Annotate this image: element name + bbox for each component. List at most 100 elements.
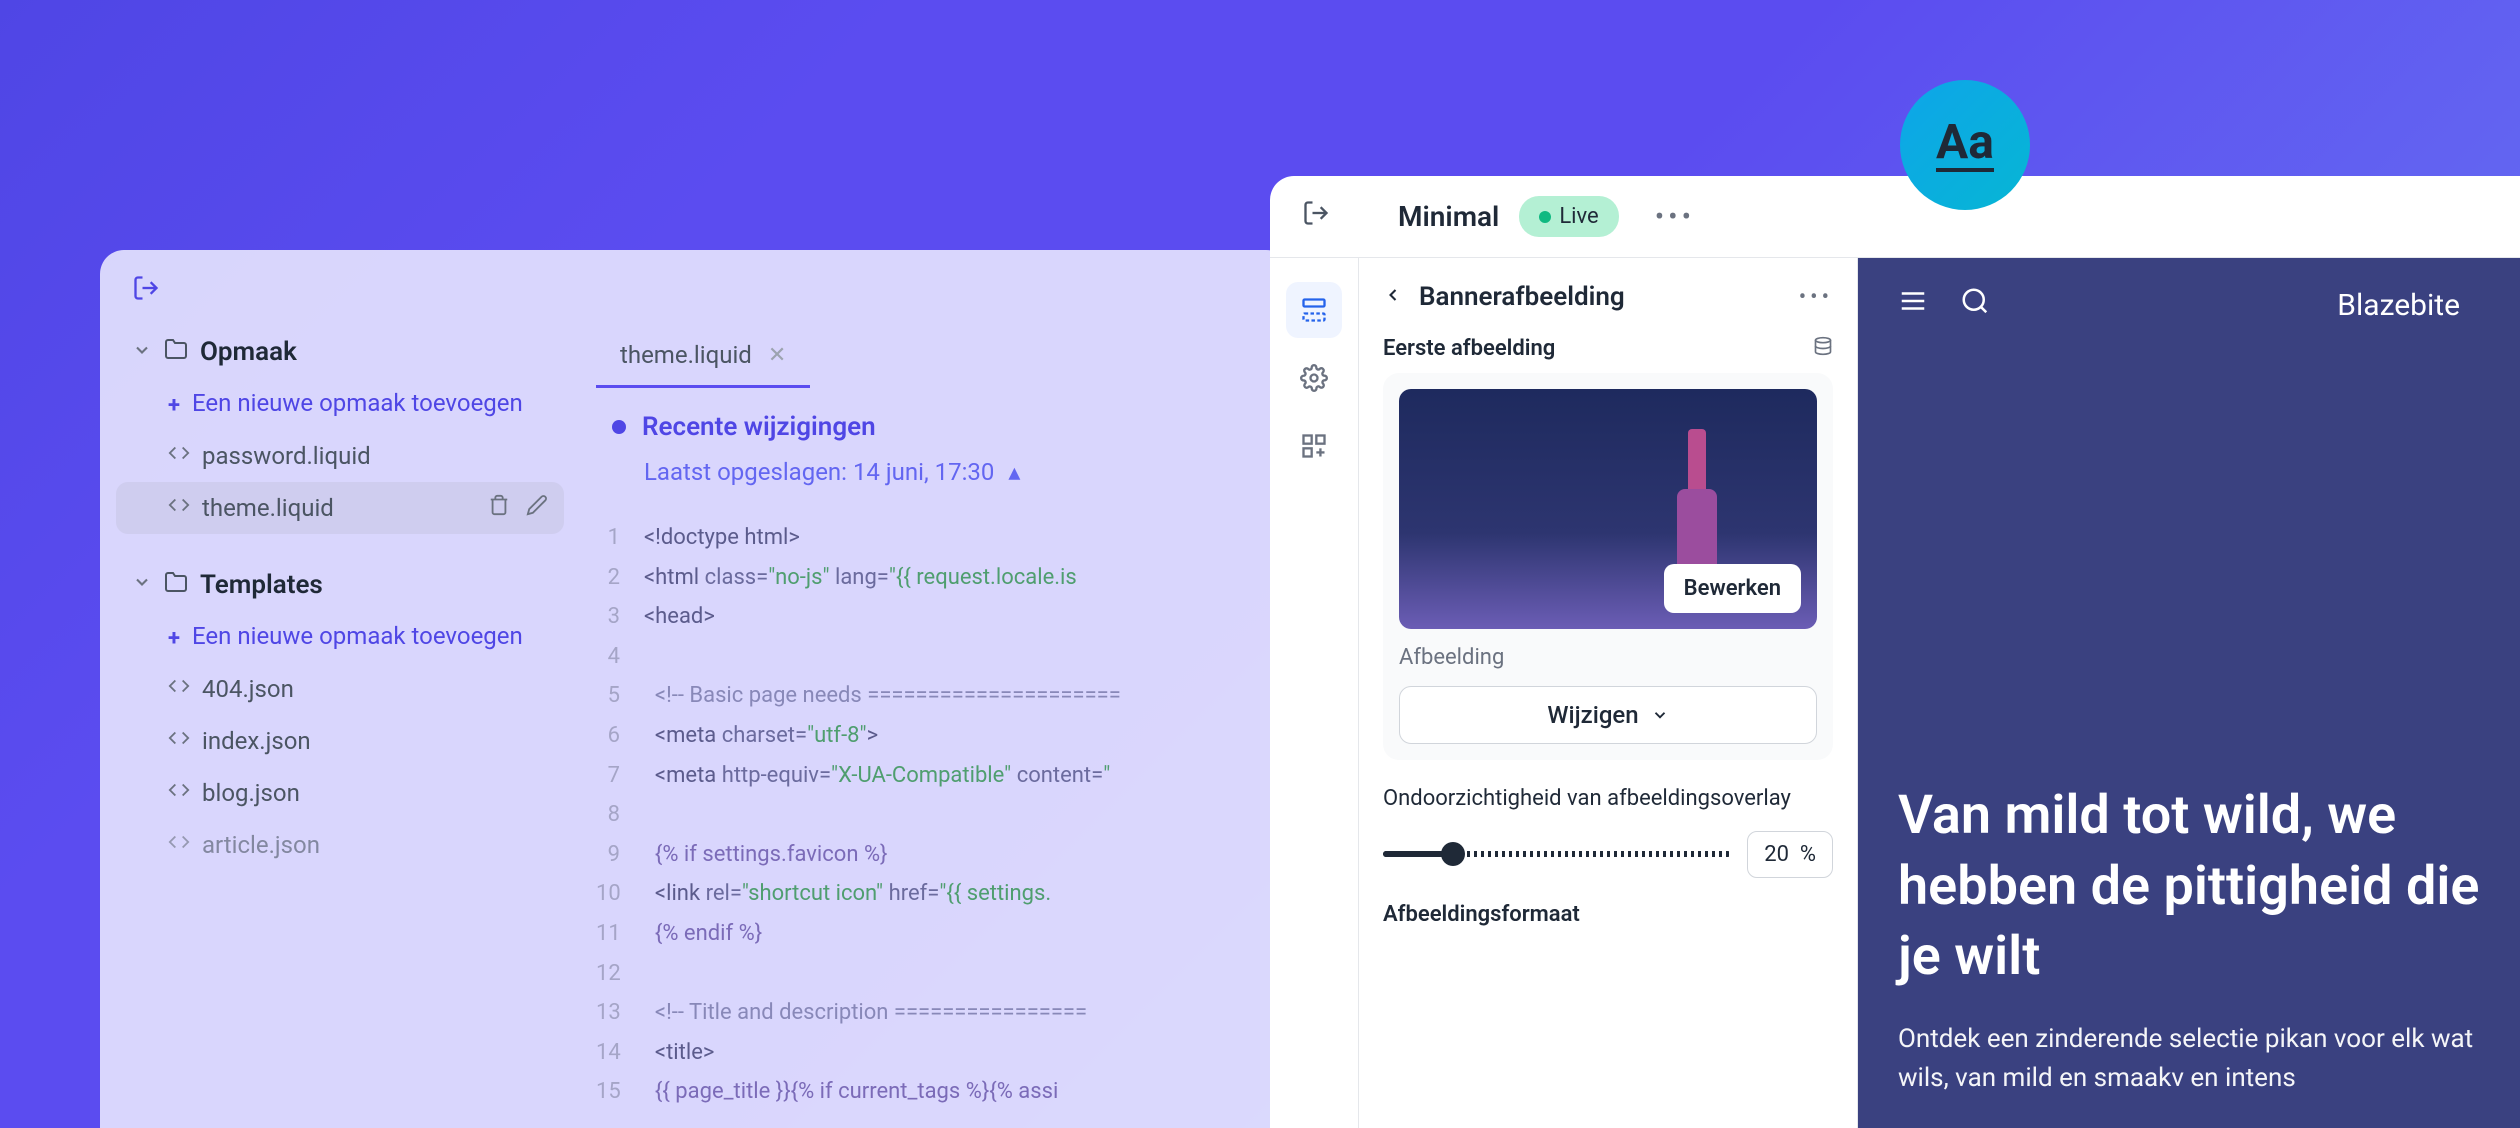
status-dot-icon [1539,211,1551,223]
code-line[interactable]: 14 <title> [596,1033,1290,1073]
opacity-value[interactable]: 20 % [1747,831,1833,878]
design-rail [1270,258,1358,1128]
code-line[interactable]: 12 [596,954,1290,994]
line-number: 7 [596,756,644,796]
file-item-index[interactable]: index.json [116,715,564,767]
line-number: 4 [596,637,644,677]
design-editor-window: Minimal Live ••• [1270,176,2520,1128]
hero-content: Van mild tot wild, we hebben de pittighe… [1898,781,2520,1098]
hero-heading: Van mild tot wild, we hebben de pittighe… [1898,781,2520,992]
file-name: password.liquid [202,442,371,470]
format-label: Afbeeldingsformaat [1383,902,1833,927]
code-icon [168,494,190,522]
back-icon[interactable] [1383,285,1403,309]
preview-storefront-header: Blazebite [1858,258,2520,352]
panel-title: Bannerafbeelding [1419,282,1625,312]
first-image-label: Eerste afbeelding [1383,336,1833,361]
exit-icon[interactable] [1302,199,1330,234]
code-line[interactable]: 1<!doctype html> [596,518,1290,558]
chevron-down-icon [132,340,152,365]
design-header: Minimal Live ••• [1270,176,2520,258]
opacity-slider-row: 20 % [1383,831,1833,878]
file-sidebar: Opmaak + Een nieuwe opmaak toevoegen pas… [100,325,580,1123]
live-badge: Live [1519,196,1618,237]
file-item-theme[interactable]: theme.liquid [116,482,564,534]
database-icon[interactable] [1813,336,1833,361]
sections-rail-button[interactable] [1286,282,1342,338]
exit-icon[interactable] [132,276,160,309]
line-number: 8 [596,795,644,835]
code-line[interactable]: 9 {% if settings.favicon %} [596,835,1290,875]
section-header-templates[interactable]: Templates [116,558,564,612]
panel-header: Bannerafbeelding ••• [1383,282,1833,312]
edit-image-button[interactable]: Bewerken [1664,564,1801,613]
code-text: <head> [644,597,715,637]
code-editor-window: Opmaak + Een nieuwe opmaak toevoegen pas… [100,250,1290,1128]
apps-rail-button[interactable] [1286,418,1342,474]
code-icon [168,779,190,807]
code-icon [168,831,190,859]
add-template-link[interactable]: + Een nieuwe opmaak toevoegen [116,612,564,663]
delete-icon[interactable] [488,494,510,522]
section-header-opmaak[interactable]: Opmaak [116,325,564,379]
file-item-blog[interactable]: blog.json [116,767,564,819]
code-line[interactable]: 6 <meta charset="utf-8"> [596,716,1290,756]
editor-tab-theme[interactable]: theme.liquid ✕ [596,325,810,388]
file-name: 404.json [202,675,294,703]
section-opmaak: Opmaak + Een nieuwe opmaak toevoegen pas… [116,325,564,534]
settings-rail-button[interactable] [1286,350,1342,406]
file-item-article[interactable]: article.json [116,819,564,871]
opacity-slider[interactable] [1383,851,1731,857]
code-line[interactable]: 11 {% endif %} [596,914,1290,954]
file-item-404[interactable]: 404.json [116,663,564,715]
file-name: article.json [202,831,320,859]
more-menu-icon[interactable]: ••• [1655,200,1695,233]
add-layout-link[interactable]: + Een nieuwe opmaak toevoegen [116,379,564,430]
code-icon [168,727,190,755]
file-name: theme.liquid [202,494,334,522]
code-line[interactable]: 5 <!-- Basic page needs ================… [596,676,1290,716]
code-area[interactable]: 1<!doctype html>2<html class="no-js" lan… [596,510,1290,1112]
image-card: Bewerken Afbeelding Wijzigen [1383,373,1833,760]
line-number: 2 [596,558,644,598]
folder-icon [164,570,188,600]
chevron-up-icon: ▴ [1008,458,1020,486]
file-item-password[interactable]: password.liquid [116,430,564,482]
edit-icon[interactable] [526,494,548,522]
panel-menu-icon[interactable]: ••• [1799,285,1833,310]
recent-changes-header[interactable]: Recente wijzigingen [612,412,1274,442]
typography-float-button[interactable]: Aa [1900,80,2030,210]
preview-pane: Blazebite Van mild tot wild, we hebben d… [1858,258,2520,1128]
file-name: index.json [202,727,311,755]
code-icon [168,675,190,703]
add-text: Een nieuwe opmaak toevoegen [192,387,523,421]
tab-label: theme.liquid [620,341,752,369]
line-number: 5 [596,676,644,716]
change-button[interactable]: Wijzigen [1399,686,1817,744]
code-line[interactable]: 2<html class="no-js" lang="{{ request.lo… [596,558,1290,598]
recent-changes: Recente wijzigingen Laatst opgeslagen: 1… [596,388,1290,510]
line-number: 3 [596,597,644,637]
status-text: Live [1559,204,1598,229]
plus-icon: + [168,624,180,655]
brand-name[interactable]: Blazebite [2337,288,2460,323]
code-text: <!-- Title and description =============… [644,993,1087,1033]
code-text: <title> [644,1033,714,1073]
hamburger-icon[interactable] [1898,286,1928,324]
image-preview[interactable]: Bewerken [1399,389,1817,629]
code-line[interactable]: 10 <link rel="shortcut icon" href="{{ se… [596,874,1290,914]
section-title: Templates [200,570,323,600]
code-line[interactable]: 7 <meta http-equiv="X-UA-Compatible" con… [596,756,1290,796]
code-line[interactable]: 8 [596,795,1290,835]
section-title: Opmaak [200,337,297,367]
code-line[interactable]: 4 [596,637,1290,677]
recent-title-text: Recente wijzigingen [642,412,876,442]
theme-name: Minimal [1398,200,1499,233]
line-number: 1 [596,518,644,558]
close-icon[interactable]: ✕ [768,343,786,368]
search-icon[interactable] [1960,286,1990,324]
code-line[interactable]: 13 <!-- Title and description ==========… [596,993,1290,1033]
code-line[interactable]: 15 {{ page_title }}{% if current_tags %}… [596,1072,1290,1112]
slider-thumb[interactable] [1441,842,1465,866]
code-line[interactable]: 3<head> [596,597,1290,637]
